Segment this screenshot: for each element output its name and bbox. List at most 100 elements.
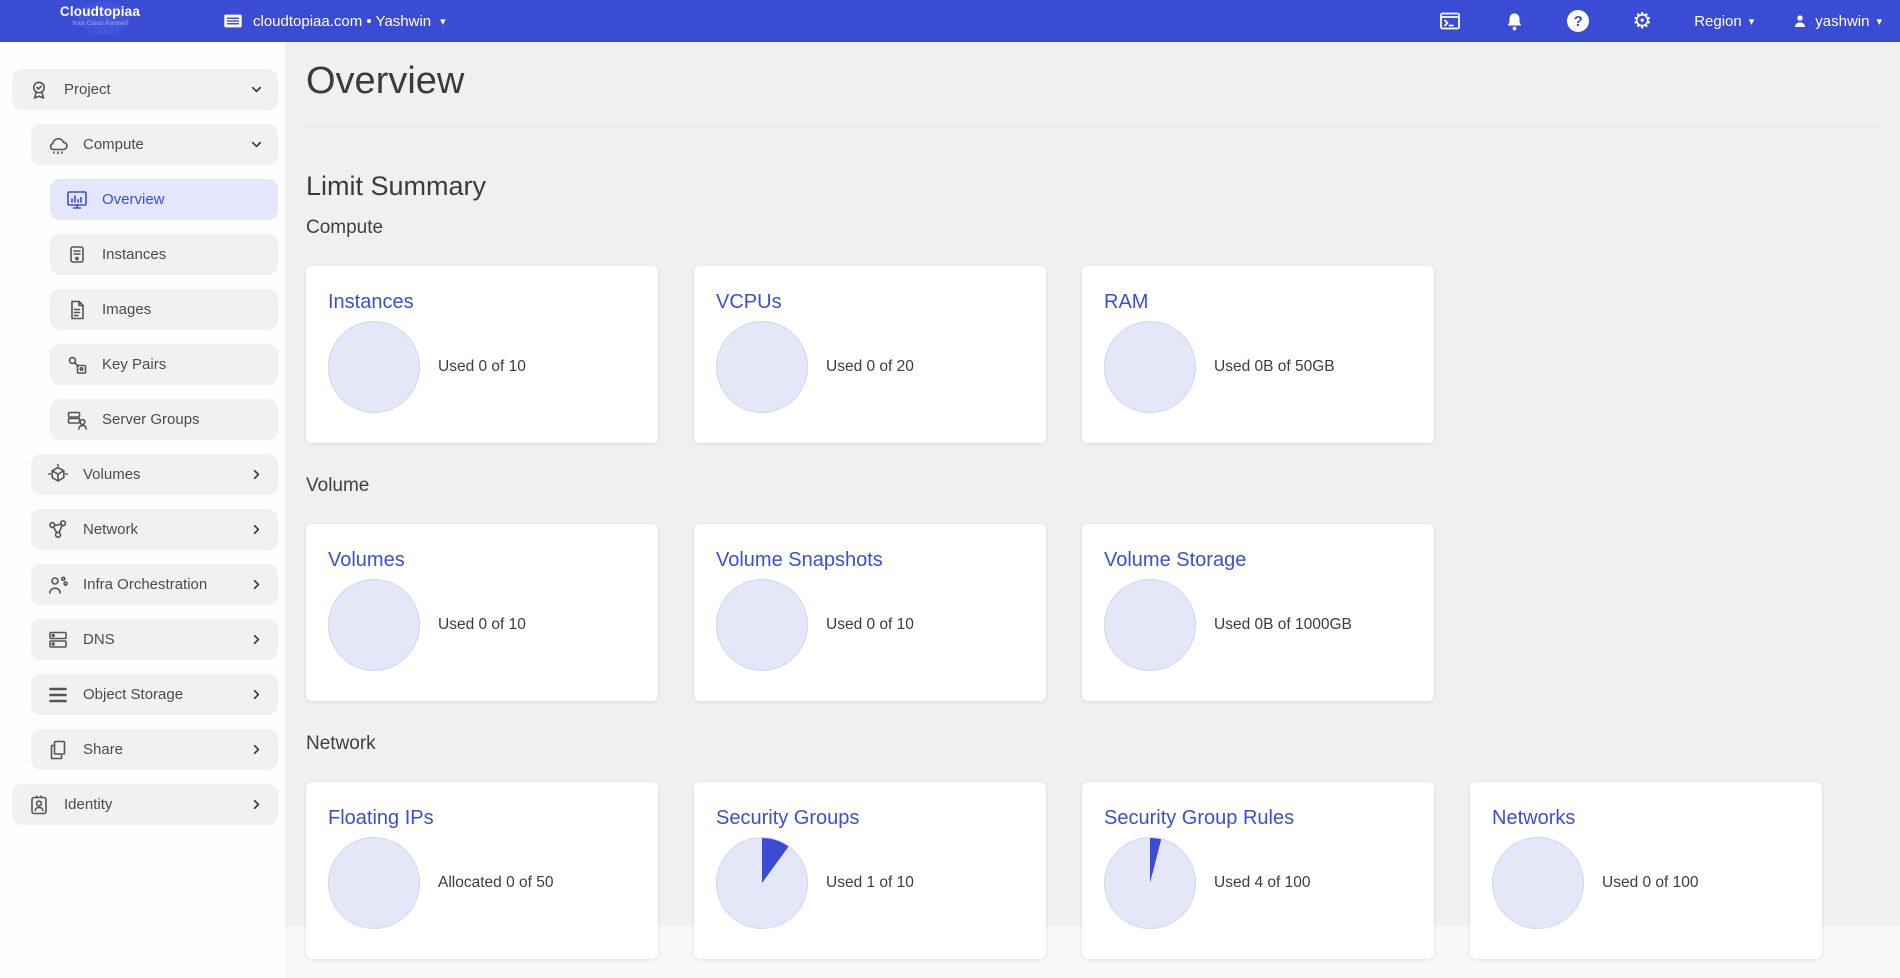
limit-group-label: Compute [306, 217, 1880, 239]
dns-servers-icon [45, 627, 71, 653]
app-logo[interactable]: Cloudtopiaa Your Cloud Partner! [34, 4, 166, 27]
sidebar-item-network[interactable]: Network [31, 509, 278, 550]
limit-card-title[interactable]: Floating IPs [328, 807, 636, 830]
sidebar-item-identity[interactable]: Identity [12, 784, 278, 825]
images-document-icon [64, 297, 90, 323]
usage-text: Used 0 of 10 [438, 616, 526, 634]
limit-group-label: Volume [306, 475, 1880, 497]
limit-card-title[interactable]: Volumes [328, 549, 636, 572]
sidebar-item-object-storage[interactable]: Object Storage [31, 674, 278, 715]
chevron-right-icon [249, 687, 264, 702]
usage-text: Used 0 of 10 [438, 358, 526, 376]
sidebar-item-label: Object Storage [83, 686, 183, 703]
limit-card-floating-ips: Floating IPs Allocated 0 of 50 [306, 782, 658, 959]
limit-card-title[interactable]: Volume Storage [1104, 549, 1412, 572]
sidebar-item-server-groups[interactable]: Server Groups [50, 399, 278, 440]
sidebar-item-overview[interactable]: Overview [50, 179, 278, 220]
user-icon [1792, 13, 1808, 29]
limit-card-volume-snapshots: Volume Snapshots Used 0 of 10 [694, 524, 1046, 701]
compute-cloud-icon [45, 132, 71, 158]
limit-card-title[interactable]: Instances [328, 291, 636, 314]
usage-text: Used 0 of 10 [826, 616, 914, 634]
overview-dashboard-icon [64, 187, 90, 213]
network-nodes-icon [45, 517, 71, 543]
title-divider [306, 126, 1880, 127]
usage-pie-chart [328, 579, 420, 671]
usage-pie-chart [716, 579, 808, 671]
infra-orchestration-icon [45, 572, 71, 598]
usage-pie-chart [328, 837, 420, 929]
top-navbar: Cloudtopiaa Your Cloud Partner! cloudtop… [0, 0, 1900, 42]
sidebar-item-label: Compute [83, 136, 144, 153]
chevron-down-icon [249, 82, 264, 97]
console-icon[interactable] [1418, 0, 1482, 42]
sidebar-item-instances[interactable]: Instances [50, 234, 278, 275]
logo-title: Cloudtopiaa [34, 4, 166, 19]
usage-pie-chart [1104, 837, 1196, 929]
sidebar: Project Compute Overview Instances Image… [0, 42, 285, 978]
user-dropdown[interactable]: yashwin ▾ [1792, 13, 1882, 30]
identity-card-icon [26, 792, 52, 818]
sidebar-item-share[interactable]: Share [31, 729, 278, 770]
usage-pie-chart [1104, 579, 1196, 671]
limit-card-volume-storage: Volume Storage Used 0B of 1000GB [1082, 524, 1434, 701]
usage-pie-chart [716, 837, 808, 929]
sidebar-item-volumes[interactable]: Volumes [31, 454, 278, 495]
usage-text: Used 1 of 10 [826, 874, 914, 892]
limit-card-ram: RAM Used 0B of 50GB [1082, 266, 1434, 443]
sidebar-item-label: Volumes [83, 466, 141, 483]
project-context-dropdown[interactable]: cloudtopiaa.com • Yashwin ▾ [222, 0, 446, 42]
sidebar-item-label: Overview [102, 191, 165, 208]
usage-text: Used 4 of 100 [1214, 874, 1311, 892]
chevron-right-icon [249, 742, 264, 757]
chevron-down-icon: ▾ [440, 15, 446, 28]
limit-card-row: Instances Used 0 of 10 VCPUs Used 0 of 2… [306, 266, 1880, 443]
sidebar-item-label: Identity [64, 796, 112, 813]
page-title: Overview [306, 60, 1880, 103]
limit-card-title[interactable]: Networks [1492, 807, 1800, 830]
sidebar-item-label: Infra Orchestration [83, 576, 207, 593]
limit-card-title[interactable]: VCPUs [716, 291, 1024, 314]
chevron-down-icon: ▾ [1876, 15, 1882, 28]
chevron-right-icon [249, 632, 264, 647]
notifications-icon[interactable] [1482, 0, 1546, 42]
limit-group: Volume Volumes Used 0 of 10 Volume Snaps… [306, 475, 1880, 701]
sidebar-item-label: Key Pairs [102, 356, 166, 373]
usage-text: Used 0 of 100 [1602, 874, 1699, 892]
limit-card-title[interactable]: Security Group Rules [1104, 807, 1412, 830]
help-icon[interactable]: ? [1546, 0, 1610, 42]
sidebar-item-label: Images [102, 301, 151, 318]
user-label: yashwin [1815, 13, 1869, 30]
chevron-down-icon: ▾ [1749, 15, 1755, 28]
app-window: Cloudtopiaa Your Cloud Partner! cloudtop… [0, 0, 1900, 978]
sidebar-item-images[interactable]: Images [50, 289, 278, 330]
limit-card-title[interactable]: Security Groups [716, 807, 1024, 830]
limit-card-title[interactable]: RAM [1104, 291, 1412, 314]
share-documents-icon [45, 737, 71, 763]
usage-pie-chart [716, 321, 808, 413]
chevron-right-icon [249, 797, 264, 812]
limit-card-row: Floating IPs Allocated 0 of 50 Security … [306, 782, 1880, 959]
region-label: Region [1694, 13, 1742, 30]
key-pairs-icon [64, 352, 90, 378]
limit-group: Compute Instances Used 0 of 10 VCPUs Use… [306, 217, 1880, 443]
sidebar-item-key-pairs[interactable]: Key Pairs [50, 344, 278, 385]
usage-text: Used 0B of 1000GB [1214, 616, 1352, 634]
sidebar-item-compute[interactable]: Compute [31, 124, 278, 165]
region-dropdown[interactable]: Region ▾ [1694, 13, 1754, 30]
limit-groups: Compute Instances Used 0 of 10 VCPUs Use… [306, 217, 1880, 959]
context-label: cloudtopiaa.com • Yashwin [253, 13, 431, 30]
sidebar-item-label: Network [83, 521, 138, 538]
instances-server-icon [64, 242, 90, 268]
usage-text: Used 0B of 50GB [1214, 358, 1335, 376]
sidebar-item-dns[interactable]: DNS [31, 619, 278, 660]
sidebar-item-project[interactable]: Project [12, 69, 278, 110]
limit-card-row: Volumes Used 0 of 10 Volume Snapshots Us… [306, 524, 1880, 701]
server-groups-icon [64, 407, 90, 433]
sidebar-item-infra-orchestration[interactable]: Infra Orchestration [31, 564, 278, 605]
sidebar-item-label: Server Groups [102, 411, 200, 428]
project-list-icon [222, 10, 244, 32]
sidebar-item-label: Instances [102, 246, 166, 263]
settings-icon[interactable]: ⚙ [1610, 0, 1674, 42]
limit-card-title[interactable]: Volume Snapshots [716, 549, 1024, 572]
